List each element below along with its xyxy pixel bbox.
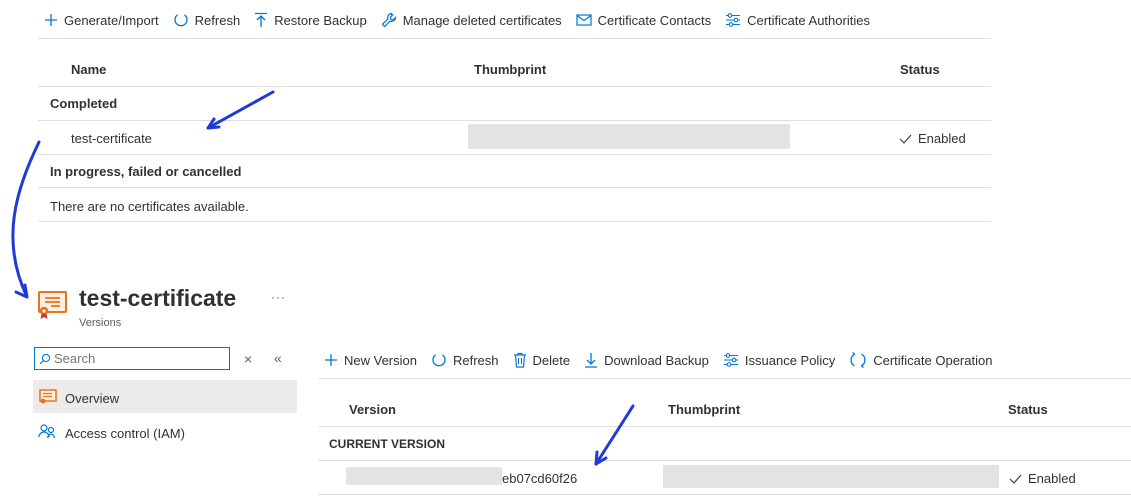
group-completed-label: Completed: [50, 96, 118, 111]
refresh-label: Refresh: [452, 352, 499, 368]
delete-button[interactable]: Delete: [513, 352, 571, 368]
column-header-version[interactable]: Version: [349, 402, 396, 417]
column-header-thumbprint[interactable]: Thumbprint: [474, 62, 546, 77]
status-cell: Enabled: [899, 131, 966, 146]
certificate-operation-label: Certificate Operation: [873, 352, 993, 368]
plus-icon: [325, 354, 337, 366]
column-header-thumbprint[interactable]: Thumbprint: [668, 402, 740, 417]
checkmark-icon: [899, 134, 912, 144]
versions-header-divider: [318, 426, 1131, 427]
upload-icon: [255, 12, 268, 27]
group-divider-2: [38, 187, 991, 188]
refresh-button[interactable]: Refresh: [173, 12, 241, 28]
download-backup-button[interactable]: Download Backup: [584, 352, 709, 368]
manage-deleted-label: Manage deleted certificates: [402, 12, 562, 28]
arrow-to-detail-page: [11, 140, 41, 299]
column-header-status[interactable]: Status: [1008, 402, 1048, 417]
more-options-button[interactable]: ···: [271, 290, 286, 304]
thumbprint-redacted: [663, 465, 999, 488]
delete-label: Delete: [532, 352, 571, 368]
sync-icon: [850, 352, 866, 368]
status-text: Enabled: [1028, 471, 1076, 486]
new-version-label: New Version: [344, 352, 417, 368]
table-bottom-divider: [38, 221, 991, 222]
arrow-to-version-id: [594, 404, 635, 466]
refresh-button[interactable]: Refresh: [431, 352, 499, 368]
checkmark-icon: [1009, 474, 1022, 484]
certificate-icon: [38, 291, 67, 319]
issuance-policy-button[interactable]: Issuance Policy: [723, 352, 835, 368]
page-title: test-certificate: [79, 285, 237, 311]
mail-icon: [576, 14, 592, 26]
status-cell: Enabled: [1009, 471, 1076, 486]
refresh-label: Refresh: [194, 12, 241, 28]
restore-backup-button[interactable]: Restore Backup: [254, 12, 367, 28]
versions-toolbar-divider: [318, 378, 1131, 379]
clear-search-button[interactable]: ×: [244, 351, 252, 367]
download-backup-label: Download Backup: [604, 352, 709, 368]
trash-icon: [513, 352, 526, 368]
search-input[interactable]: [54, 351, 214, 366]
nav-access-control-label: Access control (IAM): [65, 426, 185, 441]
empty-state-text: There are no certificates available.: [50, 199, 249, 214]
certificate-icon: [39, 389, 57, 404]
nav-overview[interactable]: Overview: [33, 380, 297, 413]
manage-deleted-button[interactable]: Manage deleted certificates: [381, 12, 562, 28]
thumbprint-redacted: [468, 124, 790, 149]
refresh-icon: [174, 14, 188, 27]
search-icon: [39, 353, 51, 364]
issuance-policy-label: Issuance Policy: [744, 352, 836, 368]
refresh-icon: [432, 354, 446, 367]
nav-overview-label: Overview: [65, 391, 120, 406]
version-id-redacted: [346, 467, 502, 485]
column-header-status[interactable]: Status: [900, 62, 940, 77]
settings-sliders-icon: [723, 353, 738, 367]
settings-sliders-icon: [726, 13, 741, 27]
generate-import-label: Generate/Import: [64, 12, 159, 28]
nav-access-control[interactable]: Access control (IAM): [33, 416, 297, 449]
wrench-icon: [381, 12, 396, 28]
table-row[interactable]: eb07cd60f26 Enabled: [318, 461, 1131, 494]
certificate-contacts-button[interactable]: Certificate Contacts: [576, 13, 711, 28]
group-inprogress-label: In progress, failed or cancelled: [50, 164, 242, 179]
certificate-authorities-label: Certificate Authorities: [747, 12, 870, 28]
search-box[interactable]: [34, 347, 230, 370]
versions-bottom-divider: [318, 494, 1131, 495]
group-current-version-label: CURRENT VERSION: [329, 437, 446, 451]
download-icon: [585, 353, 598, 368]
toolbar-divider: [38, 38, 991, 39]
certificate-authorities-button[interactable]: Certificate Authorities: [725, 12, 870, 28]
status-text: Enabled: [918, 131, 966, 146]
certificate-contacts-label: Certificate Contacts: [597, 12, 712, 28]
page-subtitle: Versions: [79, 317, 122, 329]
table-row[interactable]: test-certificate Enabled: [38, 121, 991, 154]
row-divider: [38, 154, 991, 155]
new-version-button[interactable]: New Version: [324, 353, 417, 368]
people-icon: [38, 424, 56, 439]
version-id-suffix[interactable]: eb07cd60f26: [502, 471, 577, 486]
plus-icon: [45, 14, 57, 26]
top-toolbar: Generate/Import Refresh Restore Backup M…: [44, 10, 884, 30]
versions-toolbar: New Version Refresh Delete Download Back…: [324, 350, 1006, 370]
collapse-menu-button[interactable]: «: [274, 350, 282, 366]
header-divider: [38, 86, 991, 87]
certificate-name-link[interactable]: test-certificate: [71, 131, 152, 146]
restore-backup-label: Restore Backup: [274, 12, 367, 28]
certificate-operation-button[interactable]: Certificate Operation: [849, 351, 992, 369]
column-header-name[interactable]: Name: [71, 62, 106, 77]
generate-import-button[interactable]: Generate/Import: [44, 13, 159, 28]
